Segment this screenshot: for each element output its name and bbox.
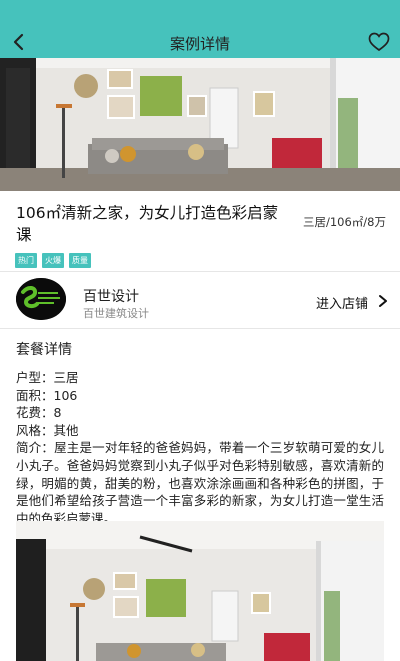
- enter-shop-link[interactable]: 进入店铺: [316, 293, 368, 312]
- room-photo: [16, 521, 384, 661]
- hero-room-photo: [0, 58, 400, 191]
- style-line: 风格：其他: [16, 422, 79, 438]
- shop-logo[interactable]: [16, 278, 66, 320]
- divider: [0, 328, 400, 329]
- tag-quality: 质量: [69, 253, 91, 268]
- page-title: 案例详情: [169, 35, 230, 53]
- shop-name[interactable]: 百世设计: [83, 286, 139, 306]
- top-bar: 案例详情: [0, 0, 400, 58]
- divider: [0, 271, 400, 272]
- shop-subtitle: 百世建筑设计: [83, 307, 149, 320]
- cost-line: 花费：8: [16, 405, 62, 421]
- intro-text: 简介：屋主是一对年轻的爸爸妈妈，带着一个三岁软萌可爱的女儿小丸子。爸爸妈妈觉察到…: [16, 440, 384, 526]
- area-line: 面积：106: [16, 387, 78, 403]
- chevron-right-icon[interactable]: [378, 294, 388, 308]
- section-title: 套餐详情: [16, 342, 72, 358]
- tag-list: 热门 火爆 质量: [15, 253, 91, 268]
- package-details: 户型：三居 面积：106 花费：8 风格：其他 简介：屋主是一对年轻的爸爸妈妈，…: [16, 369, 384, 527]
- case-meta: 三居/106㎡/8万: [302, 215, 386, 229]
- favorite-heart-icon[interactable]: [368, 32, 390, 52]
- case-title: 106㎡清新之家，为女儿打造色彩启蒙课: [16, 204, 279, 244]
- tag-popular: 火爆: [42, 253, 64, 268]
- tag-hot: 热门: [15, 253, 37, 268]
- layout-line: 户型：三居: [16, 370, 79, 385]
